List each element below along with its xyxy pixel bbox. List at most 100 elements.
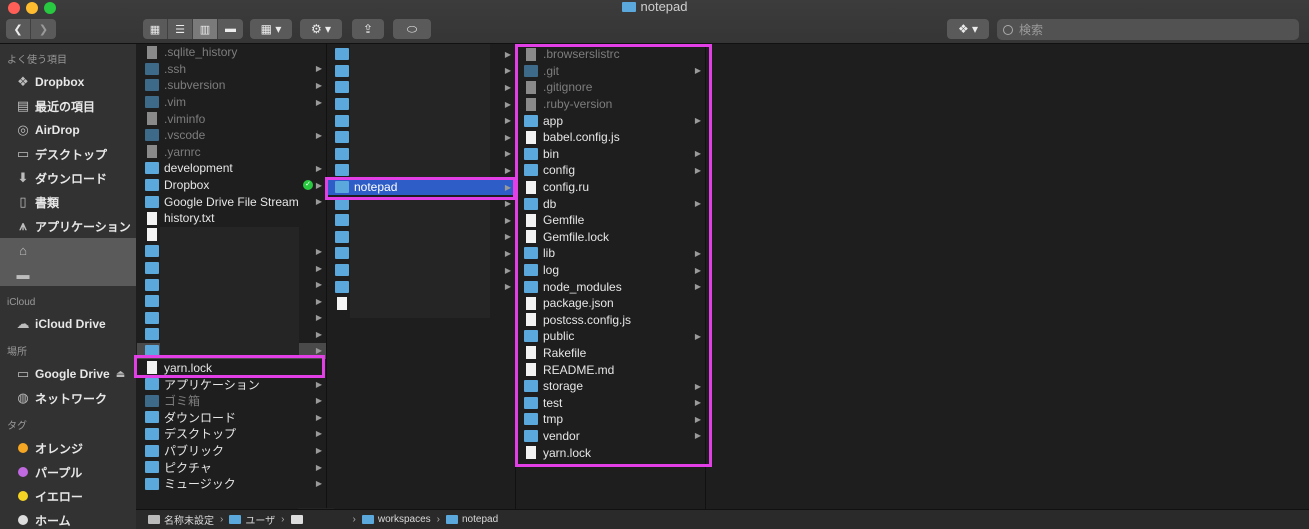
sidebar-item-dropbox[interactable]: ❖ Dropbox: [0, 70, 136, 94]
list-view-button[interactable]: ☰: [168, 19, 193, 39]
favorites-heading: よく使う項目: [7, 55, 67, 66]
list-item[interactable]: .yarnrc: [137, 144, 326, 161]
sidebar-item-folder[interactable]: ▬: [0, 262, 136, 286]
sidebar-item-home[interactable]: ⌂: [0, 238, 136, 262]
list-item[interactable]: .vscode ▶: [137, 127, 326, 144]
list-item[interactable]: .viminfo: [137, 110, 326, 127]
list-item[interactable]: test ▶: [516, 394, 705, 411]
sidebar-item-desktop[interactable]: ▭ デスクトップ: [0, 142, 136, 166]
list-item[interactable]: アプリケーション ▶: [137, 376, 326, 393]
list-item[interactable]: .sqlite_history: [137, 44, 326, 61]
list-item[interactable]: lib ▶: [516, 245, 705, 262]
path-segment[interactable]: notepad: [446, 514, 498, 525]
list-item[interactable]: ダウンロード ▶: [137, 409, 326, 426]
item-label: Google Drive File Stream: [164, 194, 299, 209]
sidebar-item-recents[interactable]: ▤ 最近の項目: [0, 94, 136, 118]
list-item[interactable]: .vim ▶: [137, 94, 326, 111]
share-button[interactable]: ⇪: [352, 19, 384, 39]
purple-tag-icon: [18, 467, 28, 477]
list-item[interactable]: パブリック ▶: [137, 442, 326, 459]
folder-icon: [145, 295, 159, 308]
list-item[interactable]: development ▶: [137, 160, 326, 177]
list-item[interactable]: public ▶: [516, 328, 705, 345]
list-item[interactable]: Dropbox ✓ ▶: [137, 177, 326, 194]
column-view-button[interactable]: ▥: [193, 19, 218, 39]
list-item[interactable]: yarn.lock: [137, 359, 326, 376]
list-item[interactable]: ピクチャ ▶: [137, 459, 326, 476]
disclosure-arrow-icon: ▶: [315, 396, 322, 406]
eject-icon[interactable]: ⏏: [116, 369, 125, 380]
disclosure-arrow-icon: ▶: [694, 398, 701, 408]
disclosure-arrow-icon: ▶: [315, 163, 322, 173]
sidebar-item-tag-purple[interactable]: パープル: [0, 460, 136, 484]
list-item[interactable]: .git ▶: [516, 63, 705, 80]
list-item[interactable]: babel.config.js: [516, 129, 705, 146]
item-label: lib: [543, 246, 556, 261]
sidebar-item-downloads[interactable]: ⬇ ダウンロード: [0, 166, 136, 190]
list-item[interactable]: bin ▶: [516, 146, 705, 163]
search-field[interactable]: 検索: [997, 19, 1299, 40]
sidebar-item-applications[interactable]: ⩚ アプリケーション: [0, 214, 136, 238]
list-item[interactable]: notepad ▶: [327, 178, 515, 196]
disclosure-arrow-icon: ▶: [504, 116, 511, 126]
path-segment[interactable]: workspaces: [361, 514, 431, 525]
forward-button[interactable]: ❯: [31, 19, 56, 39]
folder-icon: [335, 181, 349, 194]
action-menu-button[interactable]: ⚙ ▾: [300, 19, 342, 39]
sidebar-item-tag-home[interactable]: ホーム: [0, 508, 136, 529]
list-item[interactable]: Rakefile: [516, 345, 705, 362]
list-item[interactable]: .ssh ▶: [137, 61, 326, 78]
list-item[interactable]: .browserslistrc: [516, 46, 705, 63]
list-item[interactable]: package.json: [516, 295, 705, 312]
disclosure-arrow-icon: ▶: [315, 97, 322, 107]
list-item[interactable]: .ruby-version: [516, 96, 705, 113]
group-by-button[interactable]: ▦ ▾: [250, 19, 292, 39]
disclosure-arrow-icon: ▶: [315, 462, 322, 472]
list-item[interactable]: ゴミ箱 ▶: [137, 392, 326, 409]
list-item[interactable]: yarn.lock: [516, 444, 705, 461]
sidebar-item-airdrop[interactable]: ◎ AirDrop: [0, 118, 136, 142]
folder-icon: [335, 164, 349, 177]
list-item[interactable]: config.ru: [516, 179, 705, 196]
list-item[interactable]: README.md: [516, 361, 705, 378]
folder-icon: [145, 129, 159, 142]
dropbox-menu-button[interactable]: ❖ ▾: [947, 19, 989, 39]
sidebar-item-network[interactable]: ◍ ネットワーク: [0, 386, 136, 410]
list-item[interactable]: .subversion ▶: [137, 77, 326, 94]
icon-view-button[interactable]: ▦: [143, 19, 168, 39]
list-item[interactable]: ミュージック ▶: [137, 475, 326, 492]
item-label: yarn.lock: [164, 360, 213, 375]
item-label: tmp: [543, 412, 564, 427]
sidebar-item-tag-orange[interactable]: オレンジ: [0, 436, 136, 460]
list-item[interactable]: postcss.config.js: [516, 312, 705, 329]
list-item[interactable]: log ▶: [516, 262, 705, 279]
list-item[interactable]: tmp ▶: [516, 411, 705, 428]
file-icon: [526, 80, 536, 94]
list-item[interactable]: Gemfile.lock: [516, 229, 705, 246]
path-segment[interactable]: 名称未設定: [148, 512, 214, 527]
list-item[interactable]: vendor ▶: [516, 428, 705, 445]
network-icon: ◍: [17, 390, 29, 405]
tags-button[interactable]: ⬭: [393, 19, 431, 39]
list-item[interactable]: Gemfile: [516, 212, 705, 229]
list-item[interactable]: config ▶: [516, 162, 705, 179]
sidebar-item-icloud-drive[interactable]: ☁ iCloud Drive: [0, 312, 136, 336]
disclosure-arrow-icon: ▶: [694, 149, 701, 159]
sidebar-item-documents[interactable]: ▯ 書類: [0, 190, 136, 214]
list-item[interactable]: .gitignore: [516, 79, 705, 96]
list-item[interactable]: app ▶: [516, 112, 705, 129]
back-button[interactable]: ❮: [6, 19, 31, 39]
list-item[interactable]: db ▶: [516, 195, 705, 212]
list-item[interactable]: node_modules ▶: [516, 278, 705, 295]
sidebar-item-google-drive[interactable]: ▭ Google Drive ⏏: [0, 362, 136, 386]
sidebar-item-tag-yellow[interactable]: イエロー: [0, 484, 136, 508]
list-item[interactable]: history.txt: [137, 210, 326, 227]
list-item[interactable]: デスクトップ ▶: [137, 426, 326, 443]
list-item[interactable]: storage ▶: [516, 378, 705, 395]
folder-icon: [335, 98, 349, 111]
gallery-view-button[interactable]: ▬: [218, 19, 243, 39]
path-segment[interactable]: ユーザ: [229, 512, 275, 527]
path-segment[interactable]: [290, 515, 307, 524]
folder-icon: [524, 429, 538, 442]
list-item[interactable]: Google Drive File Stream ▶: [137, 193, 326, 210]
